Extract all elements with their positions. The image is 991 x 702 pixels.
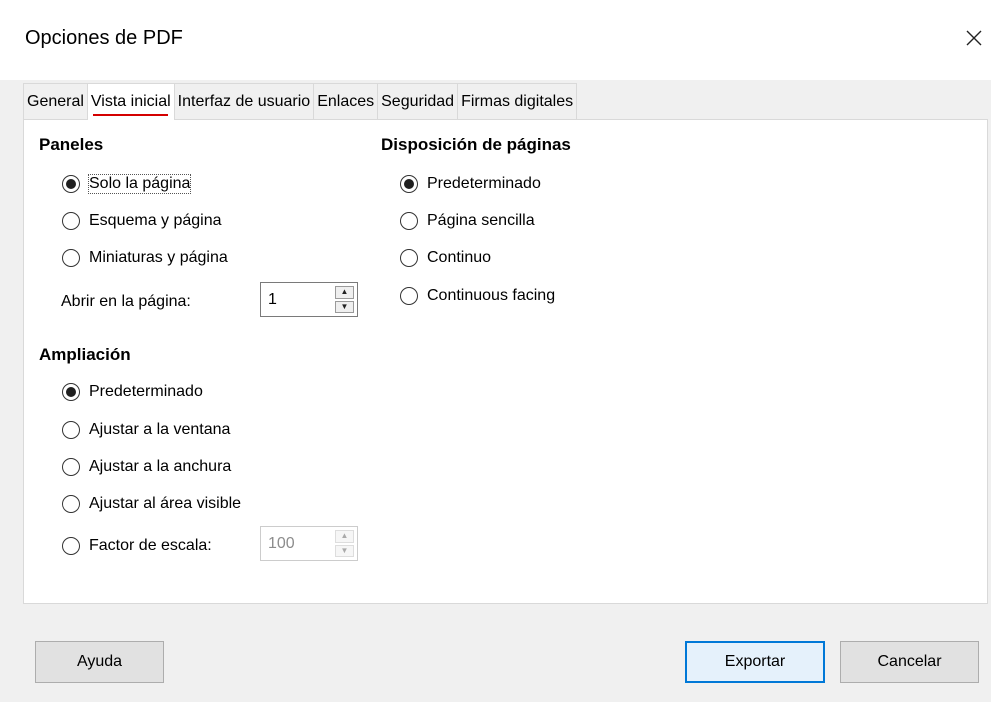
radio-zoom-factor[interactable]: Factor de escala: (62, 534, 212, 558)
magnification-heading: Ampliación (39, 345, 131, 364)
spin-up-icon[interactable]: ▲ (335, 530, 354, 543)
close-icon (966, 30, 981, 45)
cancel-button[interactable]: Cancelar (840, 641, 979, 683)
radio-label: Continuo (427, 249, 492, 266)
radio-label: Predeterminado (89, 383, 203, 400)
tab-label: Enlaces (317, 92, 375, 110)
radio-label: Predeterminado (427, 175, 541, 192)
tab-label: Firmas digitales (461, 92, 574, 110)
radio-button[interactable] (62, 175, 80, 193)
export-button[interactable]: Exportar (685, 641, 825, 683)
open-page-spinner[interactable]: 1 ▲ ▼ (260, 282, 358, 317)
radio-single-page[interactable]: Página sencilla (400, 209, 535, 233)
radio-zoom-default[interactable]: Predeterminado (62, 380, 203, 404)
open-page-value[interactable]: 1 (261, 283, 335, 316)
radio-label: Ajustar a la anchura (89, 458, 232, 475)
open-page-label: Abrir en la página: (61, 293, 191, 310)
radio-button[interactable] (62, 249, 80, 267)
radio-fit-visible[interactable]: Ajustar al área visible (62, 492, 241, 516)
tab-content-panel: Paneles Solo la página Esquema y página … (23, 119, 988, 604)
tab-initial-view[interactable]: Vista inicial (86, 83, 175, 120)
radio-continuous[interactable]: Continuo (400, 246, 491, 270)
radio-label: Esquema y página (89, 212, 222, 229)
radio-button[interactable] (62, 458, 80, 476)
radio-layout-default[interactable]: Predeterminado (400, 172, 541, 196)
radio-page-only[interactable]: Solo la página (62, 172, 192, 196)
radio-button[interactable] (400, 249, 418, 267)
tab-links[interactable]: Enlaces (313, 83, 379, 119)
radio-button[interactable] (62, 421, 80, 439)
radio-label: Página sencilla (427, 212, 535, 229)
radio-button[interactable] (62, 537, 80, 555)
radio-label: Solo la página (87, 174, 192, 194)
tab-label: Interfaz de usuario (177, 92, 311, 110)
tab-general[interactable]: General (23, 83, 88, 119)
radio-outline-and-page[interactable]: Esquema y página (62, 209, 222, 233)
tab-label: General (27, 92, 84, 110)
radio-label: Continuous facing (427, 287, 556, 304)
zoom-factor-spinner[interactable]: 100 ▲ ▼ (260, 526, 358, 561)
tab-label: Seguridad (381, 92, 455, 110)
tab-label: Vista inicial (90, 93, 171, 110)
radio-button[interactable] (62, 383, 80, 401)
close-button[interactable] (956, 10, 991, 65)
tab-bar: General Vista inicial Interfaz de usuari… (23, 83, 578, 120)
radio-button[interactable] (400, 212, 418, 230)
radio-button[interactable] (62, 212, 80, 230)
radio-label: Miniaturas y página (89, 249, 228, 266)
page-layout-heading: Disposición de páginas (381, 135, 571, 154)
active-tab-indicator (92, 114, 168, 116)
tab-digital-signatures[interactable]: Firmas digitales (457, 83, 578, 119)
radio-thumbnails-and-page[interactable]: Miniaturas y página (62, 246, 228, 270)
radio-label: Factor de escala: (89, 537, 212, 554)
spinner-arrows: ▲ ▼ (335, 527, 357, 560)
radio-label: Ajustar a la ventana (89, 421, 231, 438)
tab-user-interface[interactable]: Interfaz de usuario (173, 83, 315, 119)
radio-button[interactable] (62, 495, 80, 513)
spinner-arrows: ▲ ▼ (335, 283, 357, 316)
radio-button[interactable] (400, 287, 418, 305)
spin-down-icon[interactable]: ▼ (335, 300, 354, 313)
zoom-factor-value[interactable]: 100 (261, 527, 335, 560)
radio-continuous-facing[interactable]: Continuous facing (400, 284, 555, 308)
dialog-title: Opciones de PDF (25, 27, 183, 49)
spin-up-icon[interactable]: ▲ (335, 286, 354, 299)
spin-down-icon[interactable]: ▼ (335, 544, 354, 557)
radio-label: Ajustar al área visible (89, 495, 242, 512)
help-button[interactable]: Ayuda (35, 641, 164, 683)
radio-button[interactable] (400, 175, 418, 193)
radio-fit-width[interactable]: Ajustar a la anchura (62, 455, 231, 479)
radio-fit-window[interactable]: Ajustar a la ventana (62, 418, 230, 442)
panels-heading: Paneles (39, 135, 104, 154)
title-bar: Opciones de PDF (0, 0, 991, 80)
tab-security[interactable]: Seguridad (377, 83, 459, 119)
